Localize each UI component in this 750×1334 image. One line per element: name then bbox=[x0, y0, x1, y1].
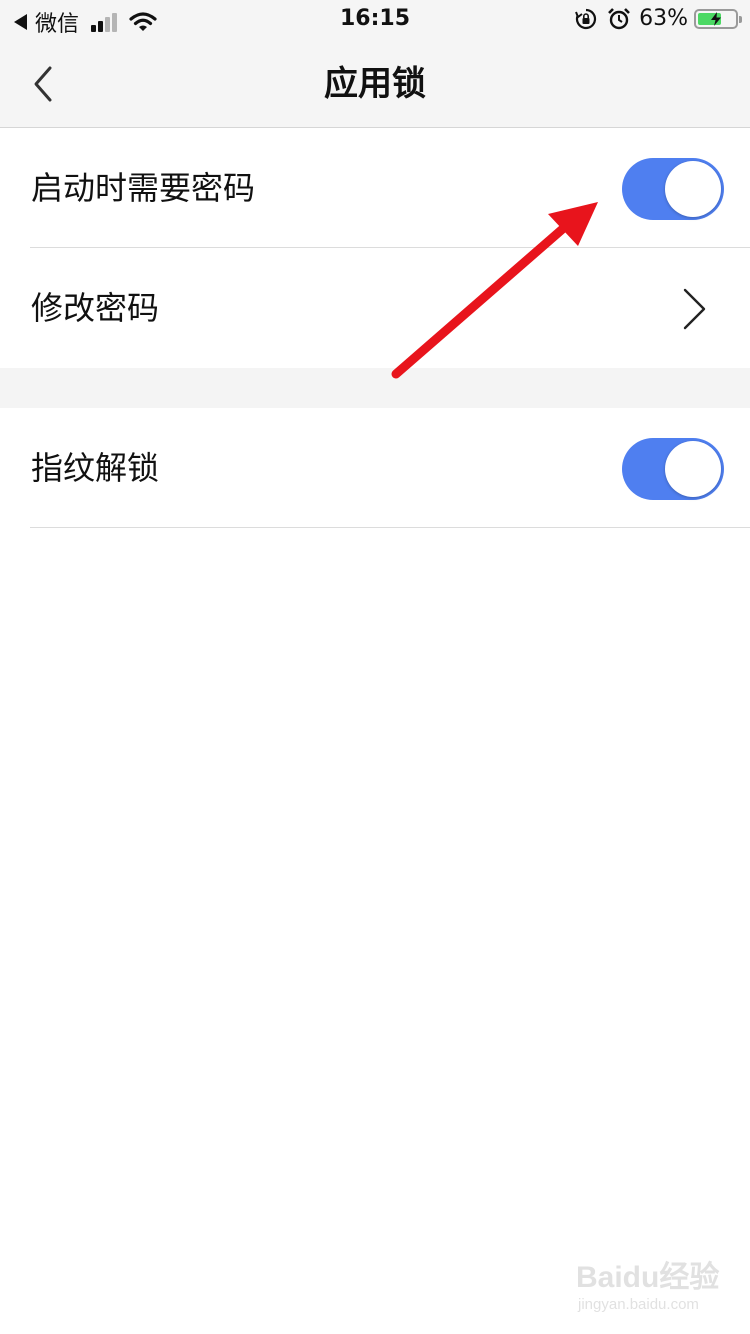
alarm-icon bbox=[608, 7, 631, 29]
toggle-knob bbox=[665, 161, 721, 217]
section-separator bbox=[0, 368, 750, 408]
chevron-right-icon bbox=[683, 288, 706, 330]
require-password-row[interactable]: 启动时需要密码 bbox=[0, 128, 750, 248]
change-password-row[interactable]: 修改密码 bbox=[0, 248, 750, 368]
status-bar: 微信 16:15 63% bbox=[0, 0, 750, 40]
watermark-url: jingyan.baidu.com bbox=[578, 1296, 699, 1313]
fingerprint-unlock-label: 指纹解锁 bbox=[31, 449, 160, 487]
charging-bolt-icon bbox=[711, 11, 721, 26]
row-divider bbox=[30, 527, 750, 528]
page-title: 应用锁 bbox=[324, 64, 426, 104]
baidu-watermark: Baidu经验 jingyan.baidu.com bbox=[576, 1252, 726, 1322]
fingerprint-unlock-toggle[interactable] bbox=[622, 438, 724, 500]
change-password-label: 修改密码 bbox=[31, 289, 160, 327]
watermark-brand: Baidu经验 bbox=[576, 1261, 720, 1294]
require-password-toggle[interactable] bbox=[622, 158, 724, 220]
rotation-lock-icon bbox=[575, 8, 597, 29]
battery-cap bbox=[739, 15, 742, 23]
battery-percent: 63% bbox=[639, 6, 688, 31]
status-bar-right: 63% bbox=[575, 6, 742, 31]
header-area: 微信 16:15 63% 应用锁 bbox=[0, 0, 750, 128]
fingerprint-unlock-row[interactable]: 指纹解锁 bbox=[0, 408, 750, 528]
require-password-label: 启动时需要密码 bbox=[31, 169, 256, 207]
battery-charging-icon bbox=[694, 8, 742, 29]
toggle-knob bbox=[665, 441, 721, 497]
